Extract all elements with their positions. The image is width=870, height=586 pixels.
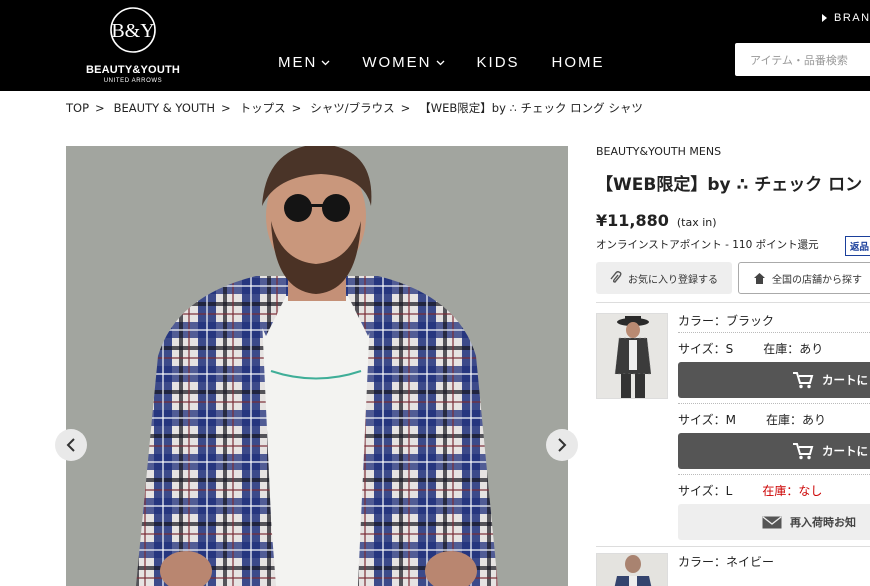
breadcrumb-item[interactable]: トップス > [240,100,311,116]
brand-list-link[interactable]: BRAN [822,12,870,24]
site-header: B&Y BEAUTY&YOUTH UNITED ARROWS MEN WOMEN… [0,0,870,91]
breadcrumb-label: TOP [66,101,90,115]
nav-men[interactable]: MEN [278,54,330,71]
main-nav: MEN WOMEN KIDS HOME [278,54,637,71]
breadcrumb-separator: > [220,101,231,115]
dotted-divider [678,332,870,333]
cart-button-label: カートに [822,444,868,458]
breadcrumb-label: トップス [239,101,286,115]
variant-thumbnail-image [597,554,667,586]
chevron-down-icon [321,60,330,65]
cart-icon [793,443,814,460]
breadcrumb-item[interactable]: BEAUTY & YOUTH > [114,100,240,116]
variant-color-label: カラー：ブラック [678,314,775,328]
nav-women[interactable]: WOMEN [362,54,444,71]
variant-thumbnail-image [597,314,667,398]
product-title: 【WEB限定】by ∴ チェック ロン [596,175,863,195]
triangle-right-icon [822,14,827,22]
logo-mark-icon: B&Y [110,7,156,53]
variant-color-label: カラー：ネイビー [678,555,775,569]
logo-subtitle: UNITED ARROWS [103,78,163,84]
size-row: サイズ：L 在庫：なし [678,482,822,499]
chevron-down-icon [436,60,444,65]
nav-men-label: MEN [278,54,318,71]
stock-status: 在庫：あり [763,342,824,356]
nav-home-label: HOME [551,54,605,71]
dotted-divider [678,474,870,475]
breadcrumb-label: 【WEB限定】by ∴ チェック ロング シャツ [419,101,643,115]
section-divider [596,546,870,547]
variant-thumbnail[interactable] [596,313,668,399]
price-value: ¥11,880 [596,211,669,230]
breadcrumb-separator: > [291,101,302,115]
dotted-divider [678,403,870,404]
returns-badge[interactable]: 返品 [845,236,870,256]
find-in-store-button[interactable]: 全国の店舗から探す [738,262,870,294]
product-price: ¥11,880 (tax in) [596,211,717,230]
site-logo[interactable]: B&Y BEAUTY&YOUTH UNITED ARROWS [78,6,188,86]
chevron-right-icon [558,438,567,452]
breadcrumb-current: 【WEB限定】by ∴ チェック ロング シャツ [419,100,643,116]
product-main-image[interactable] [66,146,568,586]
breadcrumb-item[interactable]: TOP > [66,100,114,116]
size-label: サイズ：S [678,342,734,356]
search-input[interactable]: アイテム・品番検索 [735,43,870,76]
breadcrumb-separator: > [95,101,105,115]
prev-image-button[interactable] [55,429,87,461]
next-image-button[interactable] [546,429,578,461]
add-to-cart-button[interactable]: カートに [678,433,870,469]
restock-notify-button[interactable]: 再入荷時お知 [678,504,870,540]
product-brand[interactable]: BEAUTY&YOUTH MENS [596,145,721,158]
size-label: サイズ：L [678,484,733,498]
breadcrumb-separator: > [400,101,411,115]
brand-link-label: BRAN [834,12,870,24]
logo-name: BEAUTY&YOUTH [85,64,181,76]
size-label: サイズ：M [678,413,736,427]
svg-text:B&Y: B&Y [111,20,154,42]
stock-status: 在庫：なし [762,484,823,498]
restock-button-label: 再入荷時お知 [790,516,856,529]
breadcrumb-item[interactable]: シャツ/ブラウス > [310,100,419,116]
cart-button-label: カートに [822,373,868,387]
nav-kids-label: KIDS [476,54,520,71]
breadcrumb: TOP > BEAUTY & YOUTH > トップス > シャツ/ブラウス > 【WE… [66,100,643,116]
breadcrumb-label: BEAUTY & YOUTH [113,101,215,115]
home-icon [754,272,765,284]
price-tax-note: (tax in) [676,216,717,229]
add-to-cart-button[interactable]: カートに [678,362,870,398]
section-divider [596,302,870,303]
paperclip-icon [610,271,622,283]
nav-kids[interactable]: KIDS [477,54,520,71]
add-favorite-button[interactable]: お気に入り登録する [596,262,732,294]
mail-icon [762,516,782,529]
nav-home[interactable]: HOME [552,54,605,71]
breadcrumb-label: シャツ/ブラウス [310,101,395,115]
chevron-left-icon [66,438,75,452]
cart-icon [793,372,814,389]
size-row: サイズ：S 在庫：あり [678,340,823,357]
variant-thumbnail[interactable] [596,553,668,586]
product-photo [66,146,568,586]
store-label: 全国の店舗から探す [772,274,862,286]
size-row: サイズ：M 在庫：あり [678,411,826,428]
stock-status: 在庫：あり [766,413,827,427]
nav-women-label: WOMEN [362,54,432,71]
search-placeholder: アイテム・品番検索 [750,53,848,67]
favorite-label: お気に入り登録する [628,274,718,286]
points-info: オンラインストアポイント - 110 ポイント還元 [596,239,819,251]
